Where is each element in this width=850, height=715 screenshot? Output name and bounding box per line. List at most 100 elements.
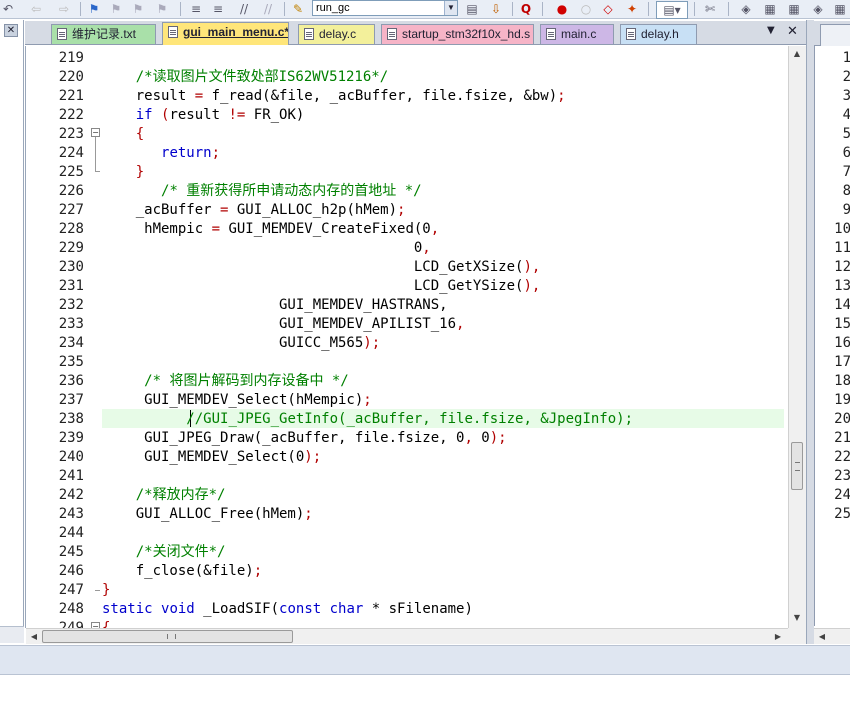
code-line[interactable]: if (result != FR_OK): [102, 106, 305, 125]
line-number: 18: [834, 373, 850, 389]
bookmark-prev-icon[interactable]: ⚑: [108, 1, 124, 17]
tab-gui-main-menu[interactable]: gui_main_menu.c*: [162, 22, 289, 45]
code-line[interactable]: }: [102, 581, 110, 600]
line-number: 16: [834, 335, 850, 351]
breakpoint-disable-icon[interactable]: ○: [578, 1, 594, 17]
right-horizontal-scrollbar[interactable]: ◀: [814, 628, 850, 644]
code-line[interactable]: /*关闭文件*/: [102, 543, 226, 562]
code-line[interactable]: GUI_MEMDEV_HASTRANS,: [102, 296, 448, 315]
tab-startup[interactable]: startup_stm32f10x_hd.s: [381, 24, 534, 44]
target-options-icon[interactable]: ✎: [290, 1, 306, 17]
code-line[interactable]: {: [102, 125, 144, 144]
code-line[interactable]: GUICC_M565);: [102, 334, 380, 353]
pack-installer-icon[interactable]: ◈: [738, 1, 754, 17]
target-select[interactable]: run_gc ▼: [312, 0, 458, 16]
code-editor[interactable]: 219 220 221 222 223 224 225 226 227 228 229 230 231 2…: [25, 46, 806, 636]
status-bar: [0, 645, 850, 675]
code-line[interactable]: GUI_ALLOC_Free(hMem);: [102, 505, 313, 524]
code-line[interactable]: hMempic = GUI_MEMDEV_CreateFixed(0,: [102, 220, 439, 239]
components-icon[interactable]: ▦: [786, 1, 802, 17]
back-icon[interactable]: ↶: [0, 1, 16, 17]
indent-icon[interactable]: ≡: [188, 1, 204, 17]
line-number: 5: [842, 126, 850, 142]
code-line[interactable]: /*读取图片文件致处部IS62WV51216*/: [102, 68, 388, 87]
line-number: 238: [58, 411, 84, 427]
load-icon[interactable]: ▤: [464, 1, 480, 17]
line-number: 230: [58, 259, 84, 275]
code-line[interactable]: GUI_MEMDEV_Select(0);: [102, 448, 321, 467]
code-line[interactable]: return;: [102, 144, 220, 163]
scroll-left-icon[interactable]: ◀: [814, 629, 830, 644]
window-layout-icon[interactable]: ▤▾: [656, 1, 688, 19]
comment-icon[interactable]: //: [236, 1, 252, 17]
forward-icon[interactable]: ⇦: [28, 1, 44, 17]
line-number: 236: [58, 373, 84, 389]
code-line[interactable]: /*释放内存*/: [102, 486, 226, 505]
scroll-right-icon[interactable]: ▶: [770, 629, 786, 644]
code-line[interactable]: result = f_read(&file, _acBuffer, file.f…: [102, 87, 566, 106]
tab-delay-h[interactable]: delay.h: [620, 24, 697, 44]
code-line[interactable]: GUI_JPEG_Draw(_acBuffer, file.fsize, 0, …: [102, 429, 506, 448]
code-line[interactable]: 0,: [102, 239, 431, 258]
left-panel: [0, 20, 24, 630]
split-divider[interactable]: [806, 20, 814, 644]
line-number: 4: [842, 107, 850, 123]
line-number: 232: [58, 297, 84, 313]
line-number: 226: [58, 183, 84, 199]
target-select-value: run_gc: [316, 2, 350, 14]
tab-main-c[interactable]: main.c: [540, 24, 614, 44]
tab-delay-c[interactable]: delay.c: [298, 24, 375, 44]
code-line[interactable]: _acBuffer = GUI_ALLOC_h2p(hMem);: [102, 201, 406, 220]
bookmark-clear-icon[interactable]: ⚑: [154, 1, 170, 17]
code-line[interactable]: //GUI_JPEG_GetInfo(_acBuffer, file.fsize…: [102, 410, 633, 429]
close-icon[interactable]: ✕: [4, 24, 18, 37]
code-line[interactable]: {: [102, 619, 110, 628]
code-line[interactable]: /* 重新获得所申请动态内存的首地址 */: [102, 182, 422, 201]
line-number: 2: [842, 69, 850, 85]
bookmark-icon[interactable]: ⚑: [86, 1, 102, 17]
tools-icon[interactable]: ✄: [702, 1, 718, 17]
code-line[interactable]: LCD_GetXSize(),: [102, 258, 540, 277]
vertical-scroll-thumb[interactable]: [791, 442, 803, 490]
scroll-left-icon[interactable]: ◀: [26, 629, 42, 644]
line-number: 15: [834, 316, 850, 332]
bookmark-next-icon[interactable]: ⚑: [130, 1, 146, 17]
line-number: 245: [58, 544, 84, 560]
tab-list-dropdown-icon[interactable]: ▼: [767, 25, 781, 36]
tab-weihu-jilu[interactable]: 维护记录.txt: [51, 24, 156, 44]
close-tab-icon[interactable]: ✕: [787, 24, 801, 39]
unindent-icon[interactable]: ≡: [210, 1, 226, 17]
breakpoint-icon[interactable]: ●: [554, 1, 570, 17]
document-icon: [387, 28, 397, 40]
code-line[interactable]: f_close(&file);: [102, 562, 262, 581]
code-line[interactable]: GUI_MEMDEV_APILIST_16,: [102, 315, 464, 334]
breakpoint-kill-icon[interactable]: ◇: [600, 1, 616, 17]
download-icon[interactable]: ⇩: [488, 1, 504, 17]
fold-toggle-icon[interactable]: −: [91, 128, 100, 137]
find-icon[interactable]: Q: [518, 1, 534, 17]
manage-icon[interactable]: ▦: [762, 1, 778, 17]
line-number: 233: [58, 316, 84, 332]
left-panel-scrollbar[interactable]: [0, 626, 24, 643]
uncomment-icon[interactable]: //: [260, 1, 276, 17]
fold-margin: − −: [88, 46, 102, 631]
horizontal-scroll-thumb[interactable]: [42, 630, 293, 643]
horizontal-scrollbar[interactable]: ◀ ▶: [26, 628, 788, 644]
line-number: 7: [842, 164, 850, 180]
chevron-down-icon[interactable]: ▼: [444, 1, 457, 15]
code-line[interactable]: static void _LoadSIF(const char * sFilen…: [102, 600, 473, 619]
scroll-down-icon[interactable]: ▼: [789, 610, 805, 626]
code-line[interactable]: GUI_MEMDEV_Select(hMempic);: [102, 391, 372, 410]
scroll-up-icon[interactable]: ▲: [789, 46, 805, 62]
code-line[interactable]: /* 将图片解码到内存设备中 */: [102, 372, 349, 391]
right-editor[interactable]: 1 2 3 4 5 6 7 8 9 10 11 12 13 14 15 16 17 18 19 20 21 22 23 24 2…: [814, 46, 850, 626]
forward2-icon[interactable]: ⇨: [56, 1, 72, 17]
right-tab[interactable]: [820, 24, 850, 47]
books-icon[interactable]: ◈: [810, 1, 826, 17]
debug-start-icon[interactable]: ✦: [624, 1, 640, 17]
code-area[interactable]: /*读取图片文件致处部IS62WV51216*/ result = f_read…: [102, 46, 784, 628]
extra-icon[interactable]: ▦: [832, 1, 848, 17]
code-line[interactable]: LCD_GetYSize(),: [102, 277, 540, 296]
vertical-scrollbar[interactable]: ▲ ▼: [788, 46, 806, 628]
code-line[interactable]: }: [102, 163, 144, 182]
